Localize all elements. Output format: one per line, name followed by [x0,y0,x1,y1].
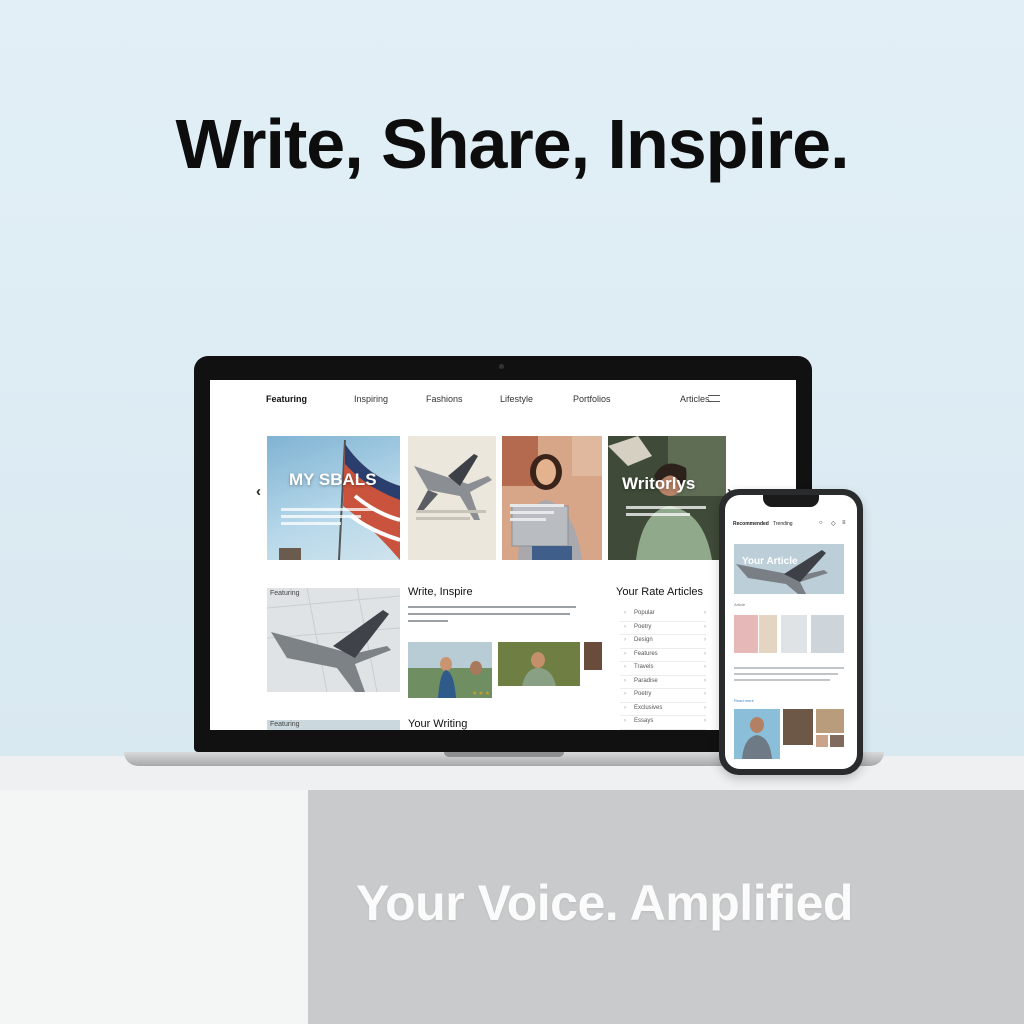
rating-stars: ★★★ [472,691,492,697]
phone-paragraph [734,667,844,685]
nav-brand[interactable]: Featuring [266,394,307,404]
featured-airplane-thumbnail[interactable] [267,588,400,692]
main-headline: Write, Share, Inspire. [175,105,849,183]
woman-phone-image [608,436,726,560]
card-title: Writorlys [622,474,696,493]
carousel-card-flag[interactable]: MY SBALS [267,436,400,560]
carousel-card-woman-laptop[interactable] [502,436,602,560]
man-portrait-image [742,717,772,759]
phone-nav-recommended[interactable]: Recommended [733,521,769,527]
pedestal-left [0,790,308,1024]
sidebar-item[interactable]: Essays [620,716,706,730]
laptop-screen: Featuring Inspiring Fashions Lifestyle P… [210,380,796,730]
card-title: MY SBALS [289,470,377,489]
carousel-card-woman-phone[interactable]: Writorlys [608,436,726,560]
sidebar-item[interactable]: Poetry [620,622,706,635]
phone-section-label: Article [734,602,746,607]
phone-bell-icon[interactable]: ◇ [831,520,836,527]
airplane-closeup-image [267,588,400,692]
phone-hero-card[interactable]: Your Article [734,544,844,594]
woman-laptop-image [502,436,602,560]
section-label: Featuring [270,721,300,728]
nav-item-lifestyle[interactable]: Lifestyle [500,394,533,404]
carousel-card-airplane[interactable] [408,436,496,560]
sidebar-item[interactable]: Design [620,635,706,649]
sidebar-item[interactable]: Poetry [620,689,706,703]
phone-search-icon[interactable]: ○ [819,520,823,526]
phone-screen: Recommended Trending ○ ◇ ≡ Your Article … [725,495,857,769]
section-title: Your Writing [408,718,468,730]
phone-thumb-man[interactable] [734,709,780,759]
sidebar-list: Popular Poetry Design Features Travels P… [620,608,706,730]
flag-image [279,439,400,560]
phone-thumb-2[interactable] [759,615,777,653]
phone-notch [763,495,819,507]
laptop-camera [499,364,504,369]
section-title: Write, Inspire [408,586,473,598]
phone-nav-trending[interactable]: Trending [773,521,793,527]
sidebar-title: Your Rate Articles [616,586,704,598]
nav-item-inspiring[interactable]: Inspiring [354,394,388,404]
card-excerpt [626,506,706,520]
carousel-prev-arrow-icon[interactable]: ‹ [256,483,261,500]
nav-item-fashions[interactable]: Fashions [426,394,463,404]
airplane-image [414,454,492,520]
woman-phone-small-image [498,642,580,686]
nav-item-portfolios[interactable]: Portfolios [573,394,611,404]
nav-articles-link[interactable]: Articles [680,394,710,404]
phone-thumb-3[interactable] [781,615,807,653]
sidebar-item[interactable]: Features [620,649,706,662]
thumb-woman-phone[interactable] [498,642,580,686]
phone-thumb-4[interactable] [811,615,844,653]
sidebar-item[interactable]: Paradise [620,676,706,689]
sidebar-item[interactable]: Popular [620,608,706,622]
phone-thumb-small-2[interactable] [830,735,844,747]
tagline: Your Voice. Amplified [356,875,853,931]
thumb-portrait-small[interactable] [584,642,602,670]
phone-airplane-image [736,550,828,594]
phone-menu-icon[interactable]: ≡ [842,520,846,526]
phone-device: Recommended Trending ○ ◇ ≡ Your Article … [719,489,863,775]
card-excerpt [510,504,564,525]
phone-thumb-1[interactable] [734,615,758,653]
laptop-notch [444,752,564,757]
card-excerpt [416,510,486,524]
phone-hero-title: Your Article [742,556,798,567]
phone-thumb-woman[interactable] [783,709,813,745]
section-paragraph [408,606,578,627]
sidebar-item[interactable]: Travels [620,662,706,676]
menu-icon[interactable] [708,395,720,402]
phone-thumb-building[interactable] [816,709,844,733]
phone-thumb-small-1[interactable] [816,735,828,747]
card-excerpt [281,508,375,529]
sidebar-item[interactable]: Exclusives [620,703,706,716]
section-label: Featuring [270,590,300,597]
phone-read-more-link[interactable]: Read more [734,698,754,703]
